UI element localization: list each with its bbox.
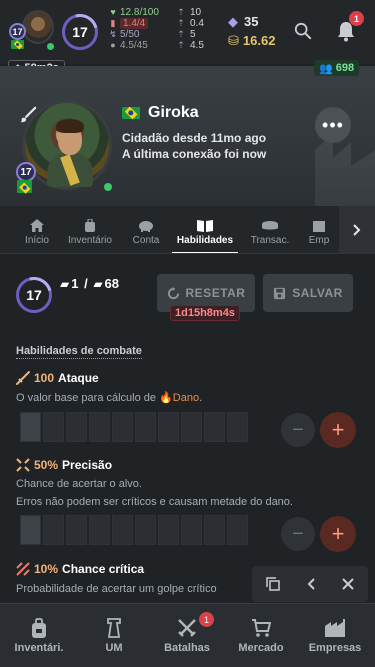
crosshair-icon: [16, 458, 30, 472]
tabs-scroll-right-button[interactable]: [339, 206, 375, 254]
nav-um[interactable]: UM: [84, 604, 144, 667]
tab-inicio[interactable]: Início: [14, 206, 60, 253]
heart-icon: ♥: [110, 7, 116, 17]
save-button[interactable]: SALVAR: [263, 274, 353, 312]
plus-icon: +: [331, 417, 345, 442]
tab-transacoes[interactable]: Transac.: [246, 206, 294, 253]
brazil-flag-icon: [11, 40, 24, 49]
nav-empresas[interactable]: Empresas: [302, 604, 368, 667]
tab-habilidades[interactable]: Habilidades: [172, 206, 238, 253]
gems-counter[interactable]: ◆ 35: [228, 14, 258, 30]
backpack-icon: [85, 219, 95, 232]
regen-icon: ⇡: [177, 18, 185, 28]
floating-toolbar: [252, 566, 368, 602]
nav-mercado[interactable]: Mercado: [230, 604, 292, 667]
copy-icon[interactable]: [265, 577, 280, 591]
skill-attack-description: O valor base para cálculo de 🔥Dano.: [16, 392, 203, 404]
online-indicator: [104, 183, 112, 191]
skill-attack-title: 100 Ataque: [16, 371, 99, 385]
diamond-icon: ◆: [228, 14, 238, 29]
search-icon[interactable]: [294, 22, 312, 40]
notification-badge: 1: [349, 11, 364, 26]
sword-icon: [16, 371, 30, 385]
skill-points: ▰ 1 / ▰ 68: [60, 276, 120, 291]
close-icon[interactable]: [342, 578, 355, 590]
xp-icon: ↯: [109, 29, 117, 39]
backpack-icon: [32, 618, 46, 638]
skill-precision-progress: [20, 515, 248, 545]
health-stat: ♥ 12.8/100 ⇡ 10: [108, 7, 212, 18]
skill-precision-description-2: Erros não podem ser críticos e causam me…: [16, 496, 293, 508]
stats-panel[interactable]: ♥ 12.8/100 ⇡ 10 ▮ 1.4/4 ⇡ 0.4 ↯ 5/50 ⇡ 5…: [108, 7, 212, 51]
bottom-navigation: Inventári. UM Batalhas 1 Mercado Empresa…: [0, 603, 375, 667]
nav-inventario[interactable]: Inventári.: [6, 604, 72, 667]
skill-stat: ● 4.5/45 ⇡ 4.5: [108, 40, 212, 51]
section-title-combat-skills: Habilidades de combate: [16, 345, 142, 359]
swords-icon: [178, 619, 196, 637]
book-icon: [197, 220, 213, 232]
skill-attack-progress: [20, 412, 248, 442]
critical-icon: [16, 562, 30, 576]
factory-icon: [325, 619, 345, 637]
skill-precision-description-1: Chance de acertar o alvo.: [16, 478, 142, 490]
book-icon: ▰: [93, 276, 103, 291]
more-options-button[interactable]: •••: [315, 107, 351, 143]
regen-icon: ⇡: [177, 29, 185, 39]
online-users-pill[interactable]: 👥 698: [314, 60, 360, 76]
piggy-bank-icon: [139, 221, 153, 232]
chevron-left-icon[interactable]: [307, 578, 315, 590]
minus-icon: −: [292, 522, 304, 545]
minus-icon: −: [292, 418, 304, 441]
cart-icon: [252, 619, 271, 637]
chevron-right-icon: [353, 224, 361, 236]
energy-stat: ▮ 1.4/4 ⇡ 0.4: [108, 18, 212, 29]
users-icon: 👥: [319, 62, 333, 75]
plus-icon: +: [331, 521, 345, 546]
profile-portrait[interactable]: [22, 100, 112, 190]
gold-counter[interactable]: ⛁ 16.62: [228, 33, 275, 49]
floppy-disk-icon: [274, 287, 286, 299]
avatar-level-badge: 17: [9, 23, 26, 40]
energy-icon: ▮: [110, 18, 116, 28]
skill-precision-decrease-button[interactable]: −: [281, 517, 315, 551]
book-icon: ▰: [60, 276, 70, 291]
reset-icon: [167, 286, 179, 299]
bulb-icon: ●: [110, 40, 116, 50]
profile-name-row: Giroka: [122, 104, 199, 122]
app-root: 17 17 ♥ 12.8/100 ⇡ 10 ▮ 1.4/4 ⇡ 0.4 ↯ 5/…: [0, 0, 375, 667]
skills-level-ring: 17: [16, 277, 52, 313]
reset-cooldown-timer: 1d15h8m4s: [170, 305, 240, 321]
skill-critical-title: 10% Chance crítica: [16, 562, 144, 576]
fire-icon: 🔥: [159, 392, 173, 404]
battles-badge: 1: [199, 612, 214, 627]
tab-empresas[interactable]: Emp: [304, 206, 334, 253]
user-avatar[interactable]: [22, 10, 54, 44]
brazil-flag-icon: [122, 107, 140, 119]
top-status-bar: 17 17 ♥ 12.8/100 ⇡ 10 ▮ 1.4/4 ⇡ 0.4 ↯ 5/…: [0, 0, 375, 64]
regen-icon: ⇡: [177, 7, 185, 17]
skill-attack-decrease-button[interactable]: −: [281, 413, 315, 447]
xp-stat: ↯ 5/50 ⇡ 5: [109, 29, 196, 40]
profile-level-badge: 17: [16, 162, 36, 182]
profile-tabs: Início Inventário Conta Habilidades Tran…: [0, 206, 375, 254]
coins-icon: ⛁: [228, 33, 239, 48]
regen-icon: ⇡: [177, 40, 185, 50]
brazil-flag-icon: [17, 180, 32, 193]
skill-attack-increase-button[interactable]: +: [320, 412, 356, 448]
profile-name: Giroka: [148, 104, 199, 121]
more-icon: •••: [322, 114, 344, 135]
tab-inventario[interactable]: Inventário: [64, 206, 116, 253]
skill-precision-increase-button[interactable]: +: [320, 516, 356, 552]
transactions-icon: [262, 221, 278, 230]
last-connection: A última conexão foi now: [122, 147, 267, 161]
home-icon: [30, 219, 44, 232]
tower-icon: [107, 618, 121, 638]
tab-conta[interactable]: Conta: [128, 206, 164, 253]
level-ring[interactable]: 17: [62, 14, 98, 50]
skill-critical-description: Probabilidade de acertar um golpe crític…: [16, 583, 217, 595]
skill-precision-title: 50% Precisão: [16, 458, 112, 472]
online-indicator: [47, 43, 54, 50]
building-icon: [313, 221, 325, 232]
citizen-since: Cidadão desde 11mo ago: [122, 131, 267, 145]
